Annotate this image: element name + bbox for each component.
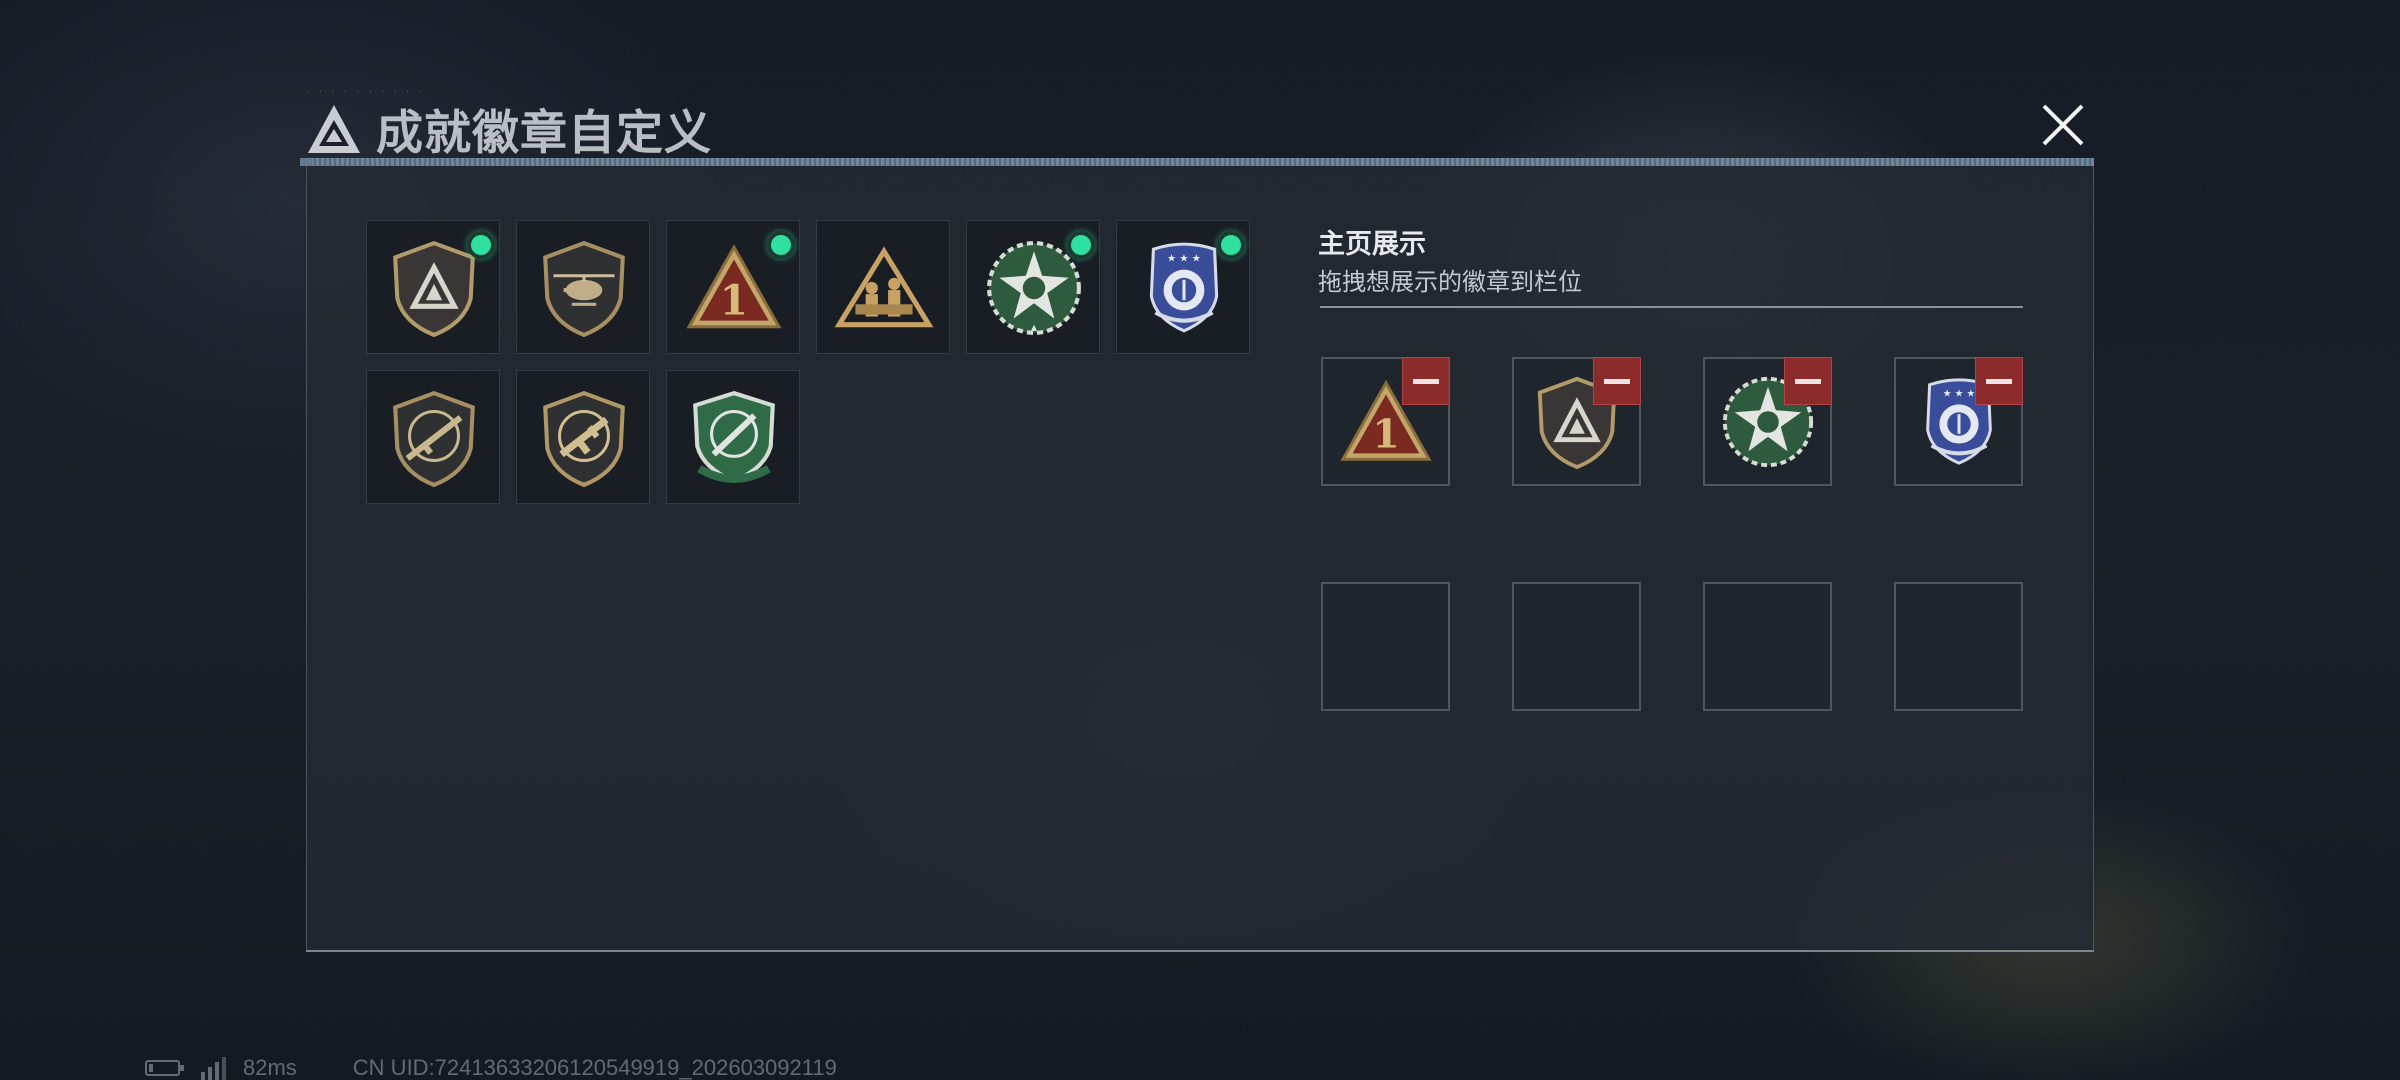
panel-top-stripe	[300, 158, 2094, 166]
badge-cell[interactable]	[966, 220, 1100, 354]
badge-cell[interactable]: 1	[666, 220, 800, 354]
showcase-slot[interactable]: 1	[1321, 357, 1450, 486]
badge-cell[interactable]	[516, 370, 650, 504]
showcase-slot-grid: 1 ★ ★ ★	[1321, 357, 2023, 711]
svg-text:★ ★ ★: ★ ★ ★	[1943, 389, 1976, 400]
svg-text:1: 1	[720, 277, 748, 325]
badge-cell[interactable]	[666, 370, 800, 504]
badge-cell[interactable]	[516, 220, 650, 354]
panel-bottom-line	[306, 950, 2094, 952]
showcase-subtitle: 拖拽想展示的徽章到栏位	[1318, 268, 1582, 296]
equipped-indicator	[467, 231, 495, 259]
empty-showcase-slot[interactable]	[1321, 582, 1450, 711]
showcase-slot[interactable]	[1703, 357, 1832, 486]
rifle-shield-badge-icon	[393, 390, 475, 488]
remove-badge-button[interactable]	[1975, 357, 2023, 405]
empty-showcase-slot[interactable]	[1894, 582, 2023, 711]
equipped-indicator	[1217, 231, 1245, 259]
close-button[interactable]	[2038, 100, 2088, 150]
equipped-indicator	[1067, 231, 1095, 259]
empty-showcase-slot[interactable]	[1703, 582, 1832, 711]
battery-icon	[145, 1060, 184, 1076]
uid-text: CN UID:7241363320612054991​9_20260309211…	[352, 1055, 837, 1080]
close-icon	[2042, 104, 2084, 146]
latency-text: 82ms	[243, 1055, 297, 1080]
empty-showcase-slot[interactable]	[1512, 582, 1641, 711]
helicopter-shield-badge-icon	[543, 240, 625, 338]
dialog-title: 成就徽章自定义	[306, 94, 712, 163]
svg-text:1: 1	[1372, 411, 1399, 457]
remove-badge-button[interactable]	[1402, 357, 1450, 405]
showcase-slot[interactable]: ★ ★ ★	[1894, 357, 2023, 486]
showcase-slot[interactable]	[1512, 357, 1641, 486]
svg-text:★ ★ ★: ★ ★ ★	[1167, 253, 1201, 264]
remove-badge-button[interactable]	[1784, 357, 1832, 405]
minus-icon	[1986, 378, 2012, 384]
showcase-title: 主页展示	[1318, 229, 1426, 260]
soldiers-triangle-badge-icon	[834, 246, 934, 328]
badge-cell[interactable]: ★ ★ ★	[1116, 220, 1250, 354]
badge-cell[interactable]	[816, 220, 950, 354]
badge-cell[interactable]	[366, 220, 500, 354]
minus-icon	[1795, 378, 1821, 384]
showcase-divider	[1320, 306, 2023, 308]
signal-icon	[201, 1057, 226, 1080]
status-bar: 82ms CN UID:7241363320612054991​9_202603…	[145, 1055, 837, 1080]
remove-badge-button[interactable]	[1593, 357, 1641, 405]
minus-icon	[1604, 378, 1630, 384]
equipped-indicator	[767, 231, 795, 259]
minus-icon	[1413, 378, 1439, 384]
triangle-logo-icon	[308, 104, 360, 153]
green-knife-crest-badge-icon	[693, 390, 775, 484]
smg-shield-badge-icon	[543, 390, 625, 488]
page-title: 成就徽章自定义	[376, 106, 712, 161]
owned-badge-grid: 1 ★ ★ ★	[366, 220, 1266, 504]
badge-cell[interactable]	[366, 370, 500, 504]
